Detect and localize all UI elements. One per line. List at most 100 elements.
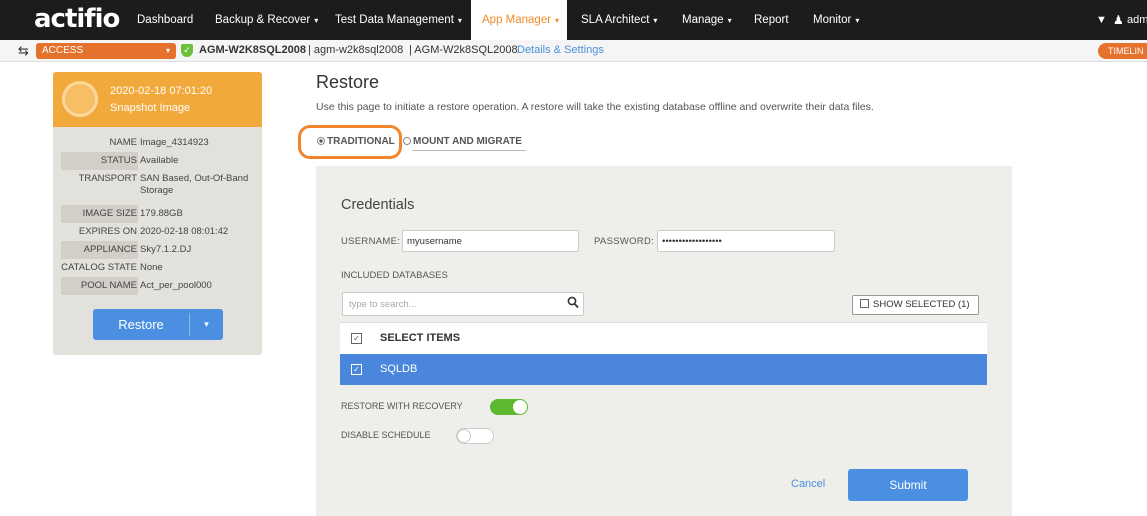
disable-schedule-toggle[interactable]	[456, 428, 494, 444]
chevron-down-icon: ▾	[457, 16, 462, 25]
prop-value: Available	[140, 155, 179, 166]
nav-dashboard[interactable]: Dashboard	[137, 0, 193, 40]
details-settings-link[interactable]: Details & Settings	[517, 44, 604, 56]
database-search-input[interactable]	[342, 292, 584, 316]
submit-button[interactable]: Submit	[848, 469, 968, 501]
snapshot-header: 2020-02-18 07:01:20 Snapshot Image	[53, 72, 262, 127]
snapshot-type: Snapshot Image	[110, 102, 191, 114]
nav-backup-recover[interactable]: Backup & Recover ▾	[215, 0, 318, 40]
page-title: Restore	[316, 72, 380, 92]
prop-key: STATUS	[100, 155, 137, 166]
disable-schedule-label: DISABLE SCHEDULE	[341, 430, 431, 440]
mode-underline	[412, 150, 526, 151]
username-input[interactable]	[402, 230, 579, 252]
chevron-down-icon: ▾	[314, 16, 319, 25]
chevron-down-icon: ▾	[855, 16, 860, 25]
nav-label: SLA Architect	[581, 14, 650, 26]
prop-value: None	[140, 262, 163, 273]
prop-key: POOL NAME	[80, 280, 137, 291]
chevron-down-icon: ▾	[165, 46, 170, 55]
nav-label: Test Data Management	[335, 14, 454, 26]
breadcrumb-app-name: AGM-W2K8SQL2008	[199, 44, 306, 56]
access-label: ACCESS	[42, 45, 84, 56]
highlight-ring	[298, 125, 402, 159]
nav-label: Manage	[682, 14, 724, 26]
chevron-down-icon: ▾	[653, 16, 658, 25]
actifio-logo[interactable]: actifio	[34, 4, 120, 34]
filter-icon[interactable]: ▼	[1096, 0, 1107, 40]
radio-mount-migrate[interactable]: MOUNT AND MIGRATE	[403, 136, 522, 147]
snapshot-card: 2020-02-18 07:01:20 Snapshot Image NAME I…	[53, 72, 262, 355]
select-all-checkbox[interactable]: ✓	[351, 333, 362, 344]
prop-row: POOL NAME Act_per_pool000	[53, 277, 262, 295]
nav-label: App Manager	[482, 14, 552, 26]
password-label: PASSWORD:	[594, 236, 655, 247]
top-nav: actifio Dashboard Backup & Recover ▾ Test…	[0, 0, 1147, 40]
prop-value: Sky7.1.2.DJ	[140, 244, 192, 255]
nav-sla-architect[interactable]: SLA Architect ▾	[581, 0, 657, 40]
timeline-button[interactable]: TIMELIN	[1098, 43, 1147, 59]
prop-key: NAME	[109, 137, 137, 148]
radio-unselected-icon	[403, 137, 411, 145]
prop-value: Act_per_pool000	[140, 280, 212, 291]
nav-test-data-management[interactable]: Test Data Management ▾	[335, 0, 462, 40]
database-name: SQLDB	[380, 363, 418, 375]
chevron-down-icon: ▾	[555, 16, 560, 25]
prop-row: STATUS Available	[53, 152, 262, 170]
nav-monitor[interactable]: Monitor ▾	[813, 0, 859, 40]
restore-split-button: Restore ▾	[93, 309, 223, 340]
prop-key: EXPIRES ON	[78, 226, 137, 237]
nav-manage[interactable]: Manage ▾	[682, 0, 732, 40]
restore-with-recovery-label: RESTORE WITH RECOVERY	[341, 401, 463, 411]
row-checkbox[interactable]: ✓	[351, 364, 362, 375]
restore-dropdown-button[interactable]: ▾	[190, 309, 223, 340]
credentials-title: Credentials	[341, 197, 415, 213]
toggle-knob	[457, 429, 471, 443]
checkbox-icon	[860, 299, 869, 308]
username-label: USERNAME:	[341, 236, 401, 247]
toggle-knob	[513, 400, 527, 414]
nav-label: Monitor	[813, 14, 852, 26]
restore-panel: Credentials USERNAME: PASSWORD: INCLUDED…	[316, 166, 1012, 516]
prop-row: EXPIRES ON 2020-02-18 08:01:42	[53, 223, 262, 241]
user-menu[interactable]: adm	[1127, 0, 1147, 40]
breadcrumb-host-alt: | AGM-W2k8SQL2008	[409, 44, 518, 56]
prop-key: APPLIANCE	[83, 244, 137, 255]
nav-report[interactable]: Report	[754, 0, 789, 40]
nav-label: Report	[754, 14, 789, 26]
cancel-button[interactable]: Cancel	[791, 478, 825, 490]
prop-value: 179.88GB	[140, 208, 183, 219]
prop-row: CATALOG STATE None	[53, 259, 262, 277]
prop-row: APPLIANCE Sky7.1.2.DJ	[53, 241, 262, 259]
user-icon[interactable]: ♟	[1113, 0, 1124, 40]
access-select[interactable]: ACCESS ▾	[36, 43, 176, 59]
show-selected-toggle[interactable]: SHOW SELECTED (1)	[852, 295, 979, 315]
prop-value: 2020-02-18 08:01:42	[140, 226, 229, 237]
table-row[interactable]: ✓ SQLDB	[340, 354, 987, 385]
back-arrows-icon[interactable]: ⇆	[18, 43, 29, 59]
prop-key: TRANSPORT	[78, 173, 137, 184]
prop-key: CATALOG STATE	[61, 262, 137, 273]
snapshot-date: 2020-02-18 07:01:20	[110, 85, 213, 97]
chevron-down-icon: ▾	[727, 16, 732, 25]
nav-label: Backup & Recover	[215, 14, 311, 26]
select-items-label: SELECT ITEMS	[380, 332, 461, 344]
restore-button[interactable]: Restore	[93, 309, 189, 340]
password-input[interactable]	[657, 230, 835, 252]
included-databases-label: INCLUDED DATABASES	[341, 270, 448, 281]
search-icon[interactable]	[567, 296, 579, 310]
nav-label: Dashboard	[137, 14, 194, 26]
prop-value: Image_4314923	[140, 137, 209, 148]
prop-row: TRANSPORT SAN Based, Out-Of-Band Storage	[53, 170, 262, 200]
page-description: Use this page to initiate a restore oper…	[316, 101, 874, 113]
table-header-row: ✓ SELECT ITEMS	[340, 322, 987, 354]
restore-with-recovery-toggle[interactable]	[490, 399, 528, 415]
breadcrumb-host: | agm-w2k8sql2008	[308, 44, 404, 56]
prop-row: IMAGE SIZE 179.88GB	[53, 205, 262, 223]
prop-key: IMAGE SIZE	[82, 208, 137, 219]
prop-value: SAN Based, Out-Of-Band Storage	[140, 173, 249, 196]
nav-app-manager[interactable]: App Manager ▾	[471, 0, 567, 40]
show-selected-label: SHOW SELECTED (1)	[873, 299, 970, 310]
context-bar: ⇆ ACCESS ▾ ✓ AGM-W2K8SQL2008 | agm-w2k8s…	[0, 40, 1147, 62]
shield-check-icon: ✓	[181, 44, 193, 57]
